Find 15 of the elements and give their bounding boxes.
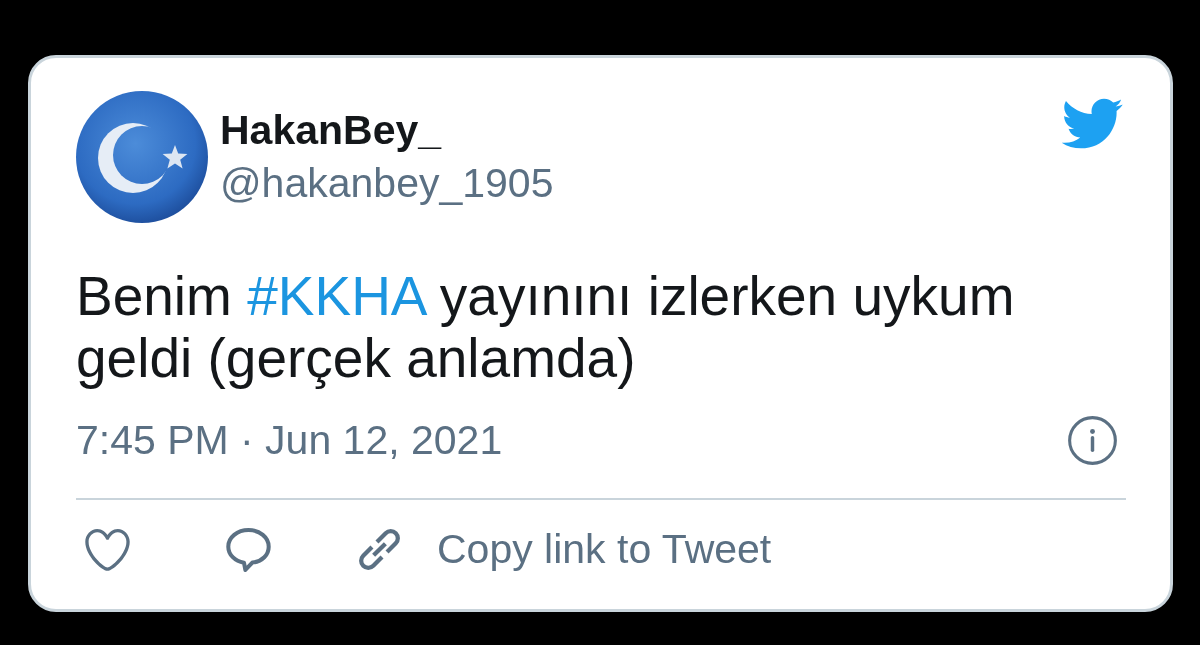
bird-icon[interactable] bbox=[1060, 98, 1123, 149]
info-button[interactable] bbox=[1068, 416, 1117, 465]
heart-icon bbox=[85, 528, 130, 571]
reply-button[interactable] bbox=[226, 527, 271, 572]
copy-link-button[interactable]: Copy link to Tweet bbox=[357, 523, 772, 576]
info-icon bbox=[1068, 416, 1117, 465]
hashtag-link[interactable]: #KKHA bbox=[247, 265, 425, 327]
crescent-star-avatar-icon[interactable] bbox=[76, 91, 208, 223]
display-name[interactable]: HakanBey_ bbox=[220, 104, 442, 157]
user-handle[interactable]: @hakanbey_1905 bbox=[220, 157, 554, 210]
tweet-text: Benim #KKHA yayınını izlerken uykum geldi (gerçek anlamda) bbox=[76, 265, 1016, 389]
tweet-timestamp[interactable]: 7:45 PM · Jun 12, 2021 bbox=[76, 414, 503, 467]
like-button[interactable] bbox=[85, 528, 130, 571]
link-icon bbox=[357, 527, 402, 572]
speech-bubble-icon bbox=[226, 527, 271, 572]
